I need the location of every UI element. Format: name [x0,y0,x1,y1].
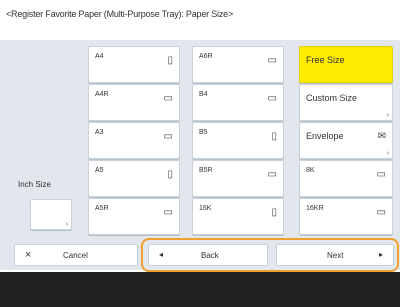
status-footer [0,272,400,307]
envelope-button[interactable]: Envelope ✉ › [299,122,393,159]
paper-8k-button[interactable]: 8K ▭ [299,160,393,197]
submenu-chevron-icon: › [386,112,389,119]
paper-a3-button[interactable]: A3 ▭ [88,122,180,159]
cancel-button[interactable]: × Cancel [14,244,138,266]
portrait-paper-icon: ▯ [167,169,173,180]
landscape-paper-icon: ▭ [163,131,173,142]
landscape-paper-icon: ▭ [267,169,277,180]
paper-label: B4 [199,91,208,98]
paper-label: 16K [199,205,212,212]
paper-label: B5 [199,129,208,136]
paper-a4r-button[interactable]: A4R ▭ [88,84,180,121]
paper-label: B5R [199,167,213,174]
landscape-paper-icon: ▭ [163,93,173,104]
navigation-highlight [141,238,399,272]
cancel-label: Cancel [63,251,88,260]
submenu-chevron-icon: › [386,150,389,157]
portrait-paper-icon: ▯ [271,131,277,142]
paper-label: A3 [95,129,104,136]
paper-label: A4 [95,53,104,60]
portrait-paper-icon: ▯ [271,207,277,218]
paper-label: 8K [306,167,315,174]
paper-label: A6R [199,53,213,60]
screen-title: <Register Favorite Paper (Multi-Purpose … [6,9,233,19]
free-size-button[interactable]: Free Size [299,46,393,83]
custom-size-button[interactable]: Custom Size › [299,84,393,121]
close-icon: × [25,249,32,261]
paper-label: Free Size [306,55,345,65]
envelope-icon: ✉ [377,131,386,142]
landscape-paper-icon: ▭ [163,207,173,218]
paper-label: 16KR [306,205,324,212]
paper-label: A4R [95,91,109,98]
landscape-paper-icon: ▭ [267,55,277,66]
paper-a5-button[interactable]: A5 ▯ [88,160,180,197]
landscape-paper-icon: ▭ [376,207,386,218]
paper-label: A5R [95,205,109,212]
paper-a6r-button[interactable]: A6R ▭ [192,46,284,83]
paper-label: A5 [95,167,104,174]
paper-a5r-button[interactable]: A5R ▭ [88,198,180,235]
paper-16k-button[interactable]: 16K ▯ [192,198,284,235]
paper-label: Envelope [306,131,344,141]
paper-a4-button[interactable]: A4 ▯ [88,46,180,83]
paper-b5-button[interactable]: B5 ▯ [192,122,284,159]
inch-size-label: Inch Size [18,180,51,189]
landscape-paper-icon: ▭ [376,169,386,180]
paper-16kr-button[interactable]: 16KR ▭ [299,198,393,235]
inch-size-button[interactable]: › [30,199,72,230]
paper-b4-button[interactable]: B4 ▭ [192,84,284,121]
landscape-paper-icon: ▭ [267,93,277,104]
paper-label: Custom Size [306,93,358,103]
portrait-paper-icon: ▯ [167,55,173,66]
paper-b5r-button[interactable]: B5R ▭ [192,160,284,197]
submenu-chevron-icon: › [65,221,68,228]
